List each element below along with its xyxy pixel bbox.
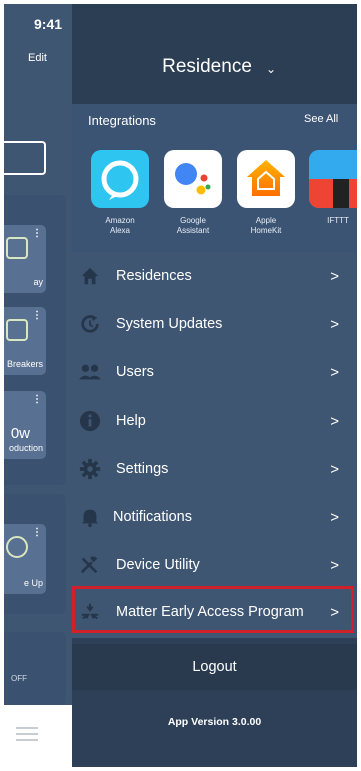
chevron-right-icon: > bbox=[330, 267, 339, 285]
background-screen: 9:41 Edit ⋮ ay ⋮ Breakers ⋮ 0w oduction … bbox=[4, 4, 72, 767]
scenes-section: ⋮ e Up bbox=[4, 494, 66, 614]
sun-icon bbox=[6, 536, 28, 558]
device-icon bbox=[6, 237, 28, 259]
menu-item-notifications[interactable]: Notifications > bbox=[72, 493, 357, 541]
integration-amazon-alexa[interactable]: Amazon Alexa bbox=[90, 150, 150, 236]
device-tile[interactable]: ⋮ Breakers bbox=[4, 307, 46, 375]
logout-button[interactable]: Logout bbox=[72, 644, 357, 690]
integration-apple-homekit[interactable]: Apple HomeKit bbox=[236, 150, 296, 236]
device-tile[interactable]: ⋮ ay bbox=[4, 225, 46, 293]
update-icon bbox=[78, 312, 102, 336]
see-all-link[interactable]: See All bbox=[304, 113, 338, 125]
home-icon bbox=[78, 264, 102, 288]
bell-icon bbox=[78, 505, 102, 529]
search-input[interactable] bbox=[4, 141, 46, 175]
bottom-section bbox=[4, 632, 66, 707]
gear-icon bbox=[78, 457, 102, 481]
chevron-down-icon[interactable]: ⌄ bbox=[266, 62, 276, 76]
app-version: App Version 3.0.00 bbox=[167, 716, 262, 728]
chevron-right-icon: > bbox=[330, 508, 339, 526]
menu-item-help[interactable]: Help > bbox=[72, 397, 357, 445]
device-tile[interactable]: ⋮ 0w oduction bbox=[4, 391, 46, 459]
integrations-section: Integrations See All Amazon Alexa Google… bbox=[72, 104, 357, 252]
google-assistant-icon bbox=[164, 150, 222, 208]
residence-selector[interactable]: Residence bbox=[72, 56, 342, 78]
scene-tile[interactable]: ⋮ e Up bbox=[4, 524, 46, 594]
side-drawer: Residence ⌄ Integrations See All Amazon … bbox=[72, 4, 357, 767]
bottom-nav bbox=[4, 705, 72, 767]
menu-item-residences[interactable]: Residences > bbox=[72, 252, 357, 300]
integration-ifttt[interactable]: IFTTT bbox=[308, 150, 357, 226]
menu-item-system-updates[interactable]: System Updates > bbox=[72, 300, 357, 348]
menu-item-users[interactable]: Users > bbox=[72, 348, 357, 396]
ifttt-icon bbox=[309, 150, 357, 208]
users-icon bbox=[78, 360, 102, 384]
status-time: 9:41 bbox=[34, 16, 63, 32]
integrations-heading: Integrations bbox=[88, 113, 156, 128]
homekit-icon bbox=[237, 150, 295, 208]
edit-button[interactable]: Edit bbox=[28, 52, 47, 64]
drawer-menu: Residences > System Updates > Users > He… bbox=[72, 252, 357, 638]
info-icon bbox=[78, 409, 102, 433]
chevron-right-icon: > bbox=[330, 315, 339, 333]
menu-item-settings[interactable]: Settings > bbox=[72, 445, 357, 493]
chevron-right-icon: > bbox=[330, 460, 339, 478]
tools-icon bbox=[78, 553, 102, 577]
hamburger-icon[interactable] bbox=[16, 727, 38, 741]
highlight-box bbox=[72, 586, 354, 633]
chevron-right-icon: > bbox=[330, 363, 339, 381]
integration-google-assistant[interactable]: Google Assistant bbox=[163, 150, 223, 236]
off-toggle[interactable]: OFF bbox=[4, 674, 34, 683]
chevron-right-icon: > bbox=[330, 412, 339, 430]
drawer-header: Residence ⌄ bbox=[72, 4, 357, 104]
chevron-right-icon: > bbox=[330, 556, 339, 574]
menu-item-device-utility[interactable]: Device Utility > bbox=[72, 541, 357, 589]
breaker-icon bbox=[6, 319, 28, 341]
devices-section: ⋮ ay ⋮ Breakers ⋮ 0w oduction bbox=[4, 195, 66, 485]
alexa-icon bbox=[91, 150, 149, 208]
